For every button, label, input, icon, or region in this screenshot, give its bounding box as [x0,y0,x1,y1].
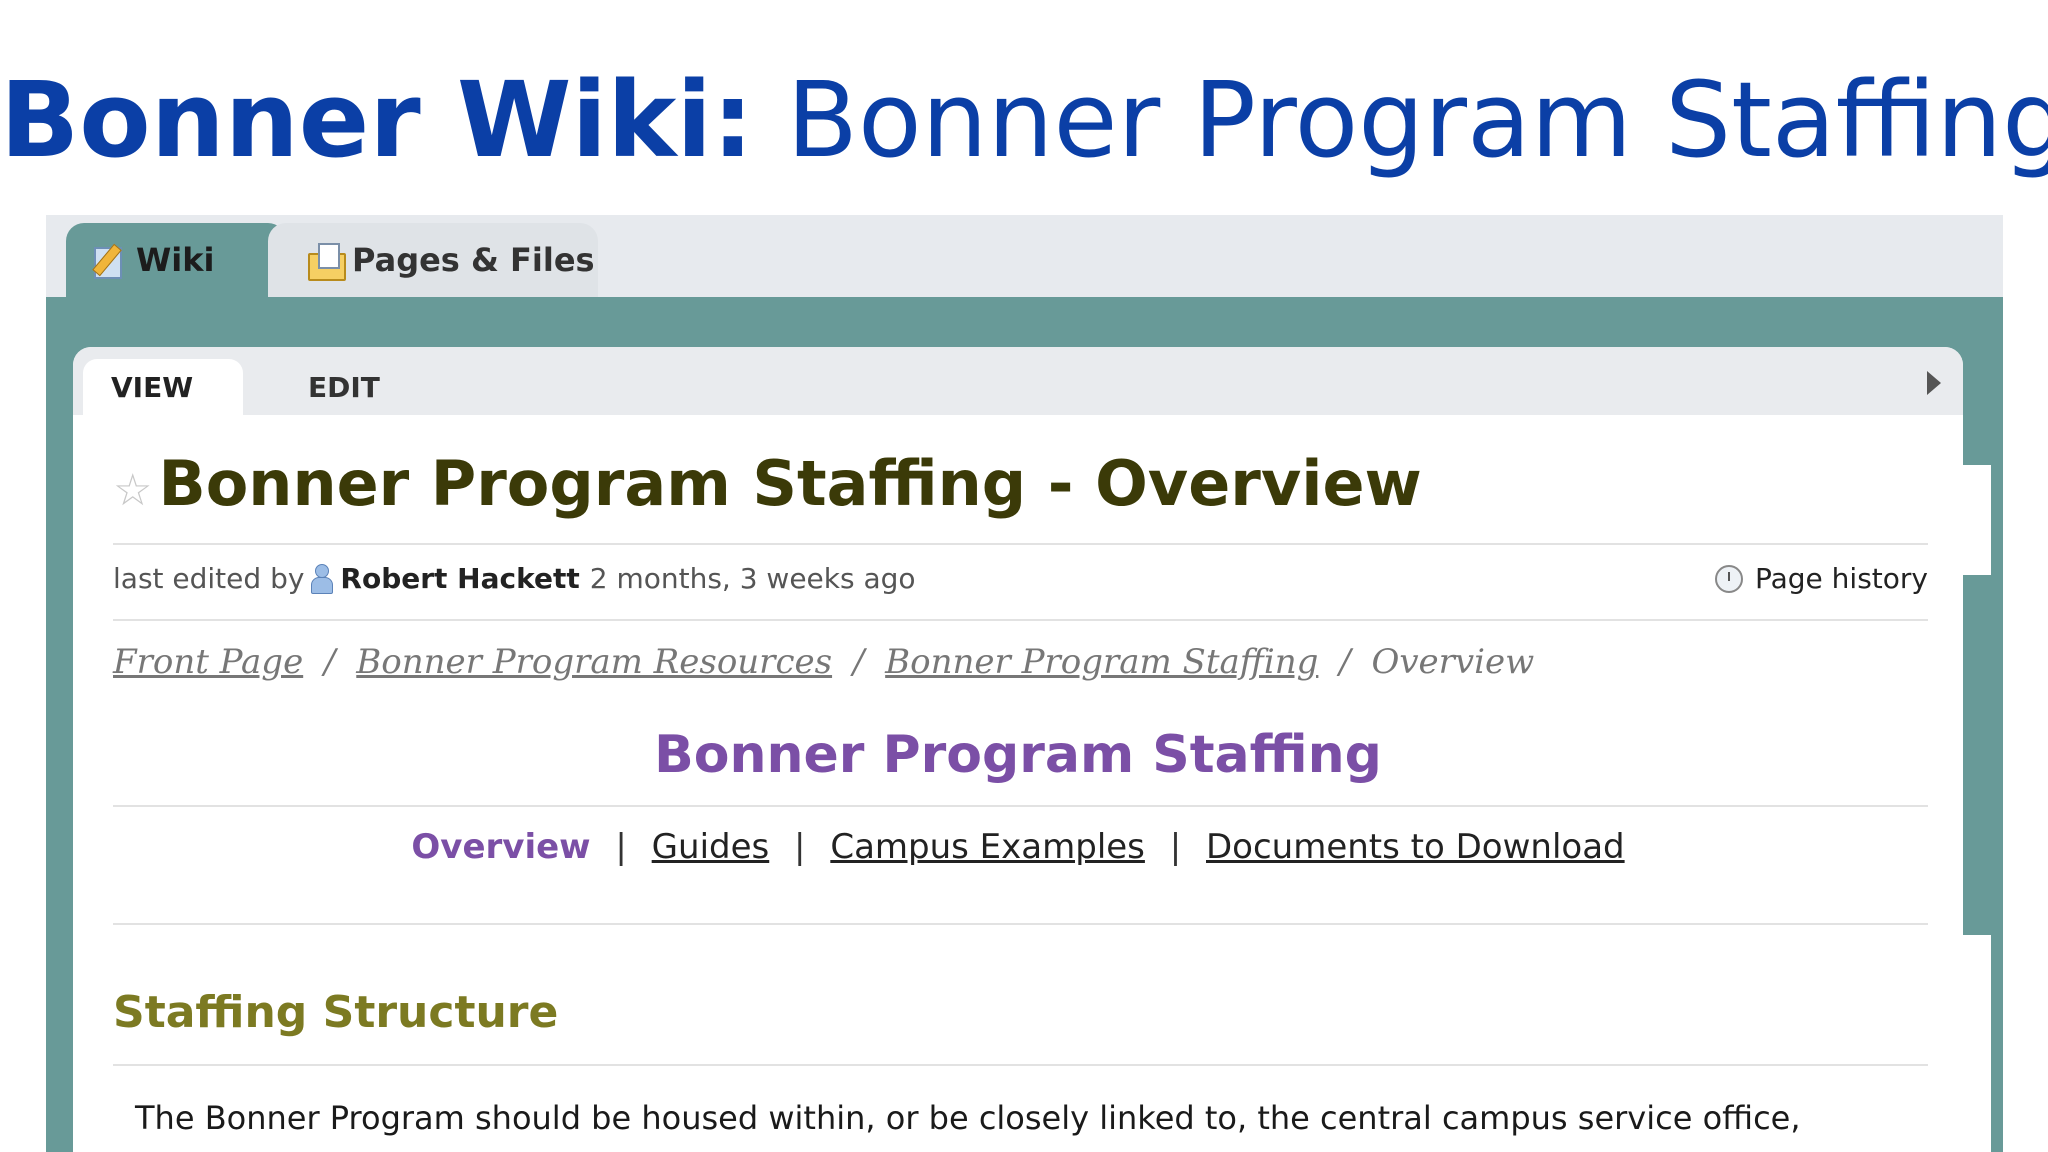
subnav-separator: | [794,827,806,867]
main-tab-bar: Wiki Pages & Files [46,215,2003,297]
page-heading: ☆ Bonner Program Staffing - Overview [113,447,1422,520]
divider [113,805,1928,807]
divider [113,923,1928,925]
breadcrumb-front-page[interactable]: Front Page [113,642,303,682]
staffing-structure-heading: Staffing Structure [113,987,559,1038]
last-edited-line: last edited by Robert Hackett 2 months, … [113,562,916,595]
breadcrumb-separator: / [1339,642,1351,682]
subnav-campus-examples[interactable]: Campus Examples [830,827,1145,867]
last-edited-prefix: last edited by [113,562,305,595]
divider [113,1064,1928,1066]
arrow-right-icon[interactable] [1927,371,1941,395]
slide-title: Bonner Wiki: Bonner Program Staffing [0,55,2048,185]
breadcrumb-bonner-program-staffing[interactable]: Bonner Program Staffing [885,642,1318,682]
body-paragraph: The Bonner Program should be housed with… [135,1099,1801,1137]
clock-icon [1715,564,1743,593]
content-panel: VIEW EDIT ☆ Bonner Program Staffing - Ov… [73,347,1963,1152]
breadcrumb-bonner-program-resources[interactable]: Bonner Program Resources [356,642,832,682]
subtab-strip: VIEW EDIT [73,347,1963,415]
author-link[interactable]: Robert Hackett [340,562,579,595]
tab-view[interactable]: VIEW [83,359,243,415]
edited-ago: 2 months, 3 weeks ago [589,562,916,595]
scrollbar-track-bottom [1961,935,1991,1152]
tab-pages-files[interactable]: Pages & Files [268,223,598,297]
page-history-label: Page history [1755,562,1928,595]
subnav-separator: | [615,827,627,867]
breadcrumb-current: Overview [1371,642,1535,682]
user-icon [310,563,334,594]
slide-title-light: Bonner Program Staffing [786,59,2048,181]
breadcrumb-separator: / [852,642,865,682]
tab-wiki[interactable]: Wiki [66,223,286,297]
page-history-link[interactable]: Page history [1715,562,1928,595]
subnav-documents-to-download[interactable]: Documents to Download [1206,827,1625,867]
divider [113,543,1928,545]
tab-wiki-label: Wiki [136,241,215,279]
pencil-icon [92,243,126,279]
page-title: Bonner Program Staffing - Overview [158,447,1422,520]
subnav-guides[interactable]: Guides [652,827,770,867]
folder-icon [308,243,346,281]
subnav-overview: Overview [411,827,591,867]
tab-pages-files-label: Pages & Files [352,241,595,279]
tab-edit[interactable]: EDIT [308,359,380,415]
sub-navigation: Overview | Guides | Campus Examples | Do… [73,827,1963,867]
wiki-screenshot: Wiki Pages & Files VIEW EDIT ☆ Bonner Pr… [46,215,2003,1152]
subnav-separator: | [1169,827,1182,867]
star-icon[interactable]: ☆ [113,465,152,516]
breadcrumb: Front Page / Bonner Program Resources / … [113,642,1534,682]
scrollbar-track-top [1961,465,1991,575]
breadcrumb-separator: / [324,642,336,682]
divider [113,619,1928,621]
section-title: Bonner Program Staffing [654,725,1382,785]
slide-title-bold: Bonner Wiki: [0,59,754,181]
